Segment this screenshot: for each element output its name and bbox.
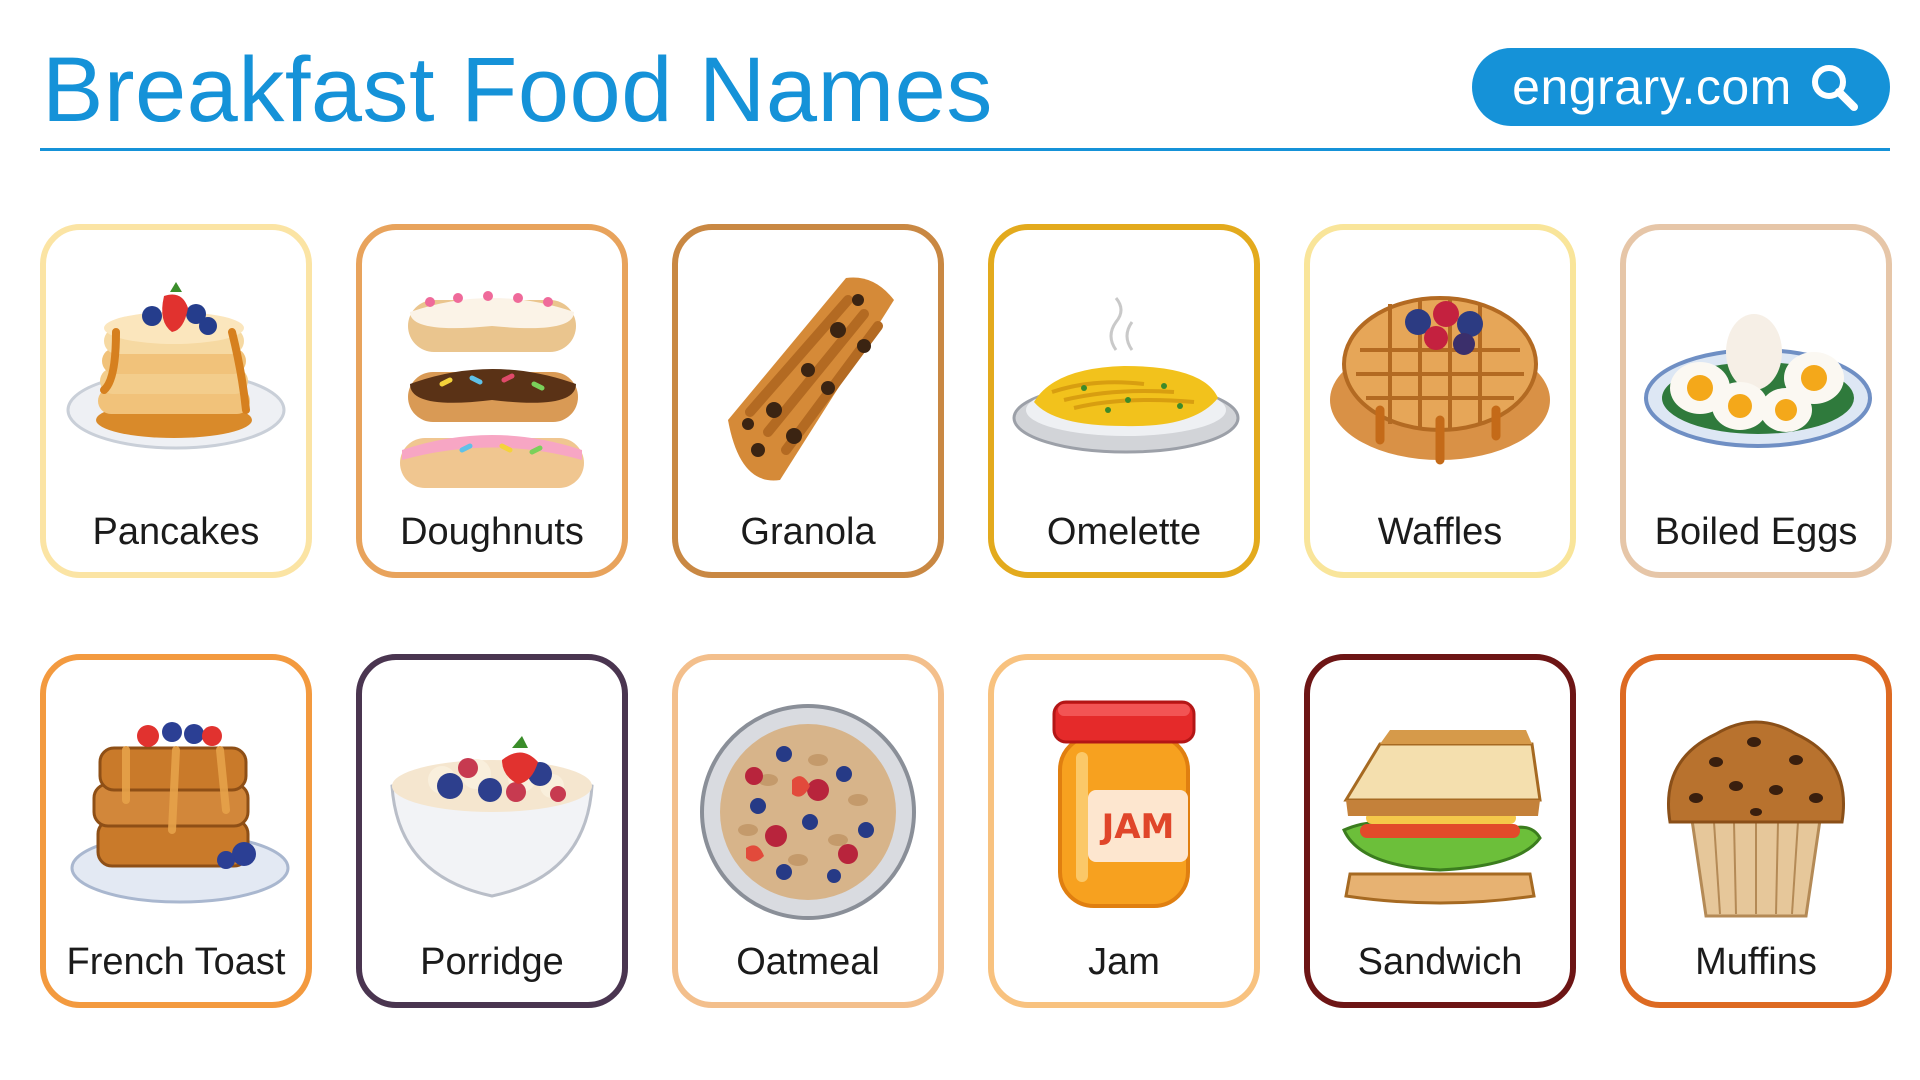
- porridge-icon: [370, 690, 614, 930]
- card-label: Granola: [740, 511, 876, 553]
- french-toast-icon: [54, 690, 298, 930]
- doughnuts-icon: [370, 260, 614, 500]
- food-card-omelette[interactable]: Omelette: [988, 224, 1260, 578]
- card-label: Boiled Eggs: [1654, 511, 1858, 553]
- card-label: Oatmeal: [736, 941, 880, 983]
- waffles-icon: [1318, 260, 1562, 500]
- food-card-jam[interactable]: JAM Jam: [988, 654, 1260, 1008]
- omelette-icon: [1002, 260, 1246, 500]
- boiled-eggs-icon: [1634, 260, 1878, 500]
- card-label: French Toast: [66, 941, 286, 983]
- card-label: Jam: [1088, 941, 1160, 983]
- food-card-french-toast[interactable]: French Toast: [40, 654, 312, 1008]
- card-label: Sandwich: [1357, 941, 1523, 983]
- food-card-boiled-eggs[interactable]: Boiled Eggs: [1620, 224, 1892, 578]
- food-card-grid: Pancakes Doughnuts Granola Omelette Waff…: [0, 0, 1920, 1080]
- sandwich-icon: [1318, 690, 1562, 930]
- card-label: Omelette: [1046, 511, 1202, 553]
- food-card-muffins[interactable]: Muffins: [1620, 654, 1892, 1008]
- svg-text:JAM: JAM: [1100, 807, 1175, 847]
- muffins-icon: [1634, 690, 1878, 930]
- jam-icon: JAM: [1002, 690, 1246, 930]
- card-label: Muffins: [1695, 941, 1817, 983]
- food-card-porridge[interactable]: Porridge: [356, 654, 628, 1008]
- food-card-oatmeal[interactable]: Oatmeal: [672, 654, 944, 1008]
- food-card-pancakes[interactable]: Pancakes: [40, 224, 312, 578]
- granola-icon: [686, 260, 930, 500]
- card-label: Doughnuts: [400, 511, 584, 553]
- food-card-waffles[interactable]: Waffles: [1304, 224, 1576, 578]
- card-label: Porridge: [420, 941, 564, 983]
- food-card-sandwich[interactable]: Sandwich: [1304, 654, 1576, 1008]
- food-card-granola[interactable]: Granola: [672, 224, 944, 578]
- card-label: Pancakes: [92, 511, 260, 553]
- oatmeal-icon: [686, 690, 930, 930]
- card-label: Waffles: [1377, 511, 1503, 553]
- food-card-doughnuts[interactable]: Doughnuts: [356, 224, 628, 578]
- pancakes-icon: [54, 260, 298, 500]
